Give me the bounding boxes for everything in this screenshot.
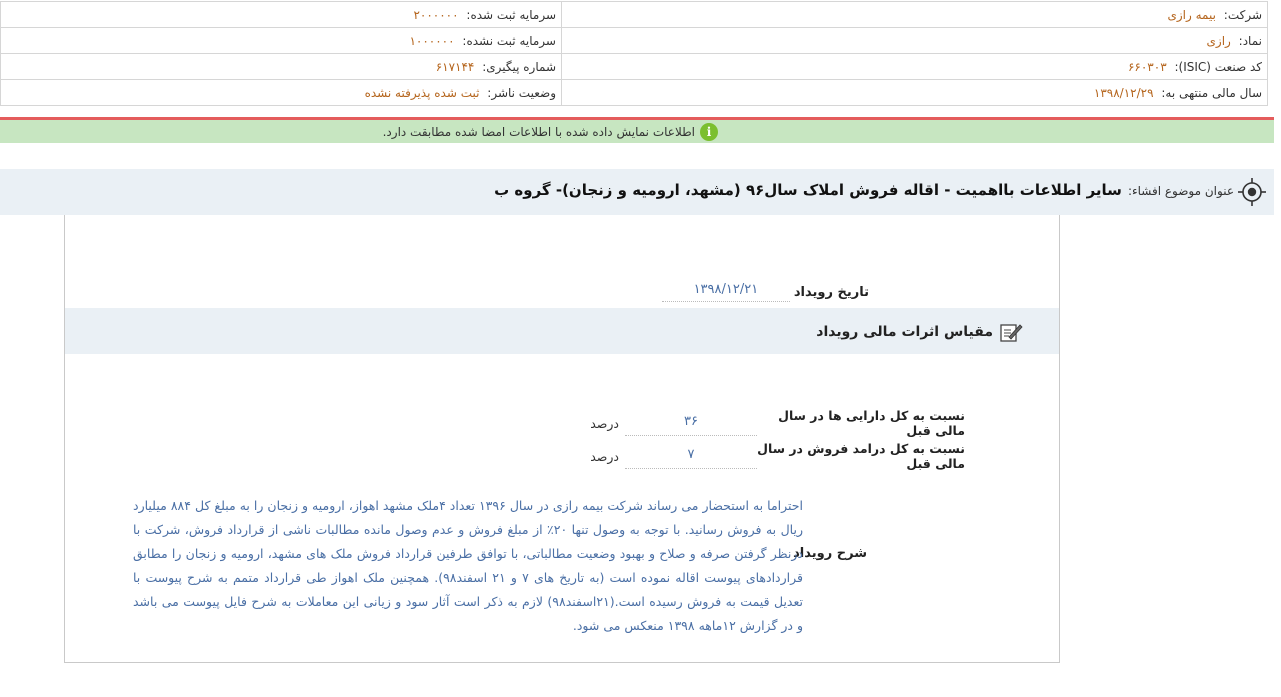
symbol-value: رازی — [1206, 33, 1231, 48]
notice-content: i اطلاعات نمایش داده شده با اطلاعات امضا… — [383, 123, 718, 141]
ratio-revenue-value: ۷ — [625, 443, 757, 469]
info-icon: i — [700, 123, 718, 141]
publisher-status-label: وضعیت ناشر: — [487, 85, 556, 100]
tracking-cell: شماره پیگیری: ۶۱۷۱۴۴ — [0, 53, 562, 80]
tracking-label: شماره پیگیری: — [482, 59, 556, 74]
ratio-row-assets: نسبت به کل دارایی ها در سال مالی قبل ۳۶ … — [590, 408, 965, 438]
reg-capital-label: سرمایه ثبت شده: — [466, 7, 556, 22]
symbol-cell: نماد: رازی — [561, 27, 1268, 54]
ratio-assets-label: نسبت به کل دارایی ها در سال مالی قبل — [778, 408, 965, 438]
event-panel: تاریخ رویداد ۱۳۹۸/۱۲/۲۱ مقیاس اثرات مالی… — [64, 215, 1060, 663]
ratio-assets-value: ۳۶ — [625, 410, 757, 436]
fiscal-year-cell: سال مالی منتهی به: ۱۳۹۸/۱۲/۲۹ — [561, 79, 1268, 106]
publisher-status-cell: وضعیت ناشر: ثبت شده پذیرفته نشده — [0, 79, 562, 106]
event-description-text: احتراما به استحضار می رساند شرکت بیمه را… — [133, 498, 804, 633]
company-label: شرکت: — [1223, 7, 1262, 22]
ratio-assets-unit: درصد — [590, 415, 619, 431]
isic-label: کد صنعت (ISIC): — [1174, 59, 1262, 74]
fiscal-year-label: سال مالی منتهی به: — [1161, 85, 1262, 100]
publisher-status-value: ثبت شده پذیرفته نشده — [364, 85, 480, 100]
company-info-table: شرکت: بیمه رازی سرمایه ثبت شده: ۲۰۰۰۰۰۰ … — [0, 1, 1268, 106]
unreg-capital-value: ۱۰۰۰۰۰۰ — [409, 33, 455, 48]
disclosure-title-label: عنوان موضوع افشاء: — [1127, 184, 1234, 198]
target-icon — [1238, 178, 1266, 206]
info-row: کد صنعت (ISIC): ۶۶۰۳۰۳ شماره پیگیری: ۶۱۷… — [0, 53, 1268, 80]
financial-impact-header: مقیاس اثرات مالی رویداد — [65, 308, 1059, 354]
company-value: بیمه رازی — [1167, 7, 1216, 22]
tracking-value: ۶۱۷۱۴۴ — [435, 59, 475, 74]
ratio-revenue-unit: درصد — [590, 448, 619, 464]
disclosure-title: عنوان موضوع افشاء: سایر اطلاعات بااهمیت … — [494, 181, 1234, 199]
financial-impact-title-group: مقیاس اثرات مالی رویداد — [816, 321, 1023, 343]
info-row: شرکت: بیمه رازی سرمایه ثبت شده: ۲۰۰۰۰۰۰ — [0, 1, 1268, 28]
unreg-capital-label: سرمایه ثبت نشده: — [462, 33, 556, 48]
event-date-value: ۱۳۹۸/۱۲/۲۱ — [661, 282, 790, 302]
ratio-row-revenue: نسبت به کل درامد فروش در سال مالی قبل ۷ … — [590, 441, 965, 471]
symbol-label: نماد: — [1238, 33, 1262, 48]
event-date-label: تاریخ رویداد — [793, 284, 869, 300]
notice-text: اطلاعات نمایش داده شده با اطلاعات امضا ش… — [382, 125, 695, 139]
info-row: نماد: رازی سرمایه ثبت نشده: ۱۰۰۰۰۰۰ — [0, 27, 1268, 54]
unreg-capital-cell: سرمایه ثبت نشده: ۱۰۰۰۰۰۰ — [0, 27, 562, 54]
signature-notice-bar: i اطلاعات نمایش داده شده با اطلاعات امضا… — [0, 117, 1274, 143]
financial-impact-title: مقیاس اثرات مالی رویداد — [816, 324, 993, 340]
fiscal-year-value: ۱۳۹۸/۱۲/۲۹ — [1093, 85, 1154, 100]
disclosure-title-bar: عنوان موضوع افشاء: سایر اطلاعات بااهمیت … — [0, 169, 1274, 215]
isic-cell: کد صنعت (ISIC): ۶۶۰۳۰۳ — [561, 53, 1268, 80]
edit-document-icon — [1000, 324, 1023, 342]
info-row: سال مالی منتهی به: ۱۳۹۸/۱۲/۲۹ وضعیت ناشر… — [0, 79, 1268, 106]
reg-capital-value: ۲۰۰۰۰۰۰ — [413, 7, 459, 22]
disclosure-title-text: سایر اطلاعات بااهمیت - اقاله فروش املاک … — [494, 181, 1122, 199]
isic-value: ۶۶۰۳۰۳ — [1127, 59, 1167, 74]
ratio-revenue-label: نسبت به کل درامد فروش در سال مالی قبل — [757, 441, 965, 471]
event-description-label: شرح رویداد — [793, 546, 867, 561]
company-cell: شرکت: بیمه رازی — [561, 1, 1268, 28]
event-date-row: تاریخ رویداد ۱۳۹۸/۱۲/۲۱ — [661, 282, 869, 302]
reg-capital-cell: سرمایه ثبت شده: ۲۰۰۰۰۰۰ — [0, 1, 562, 28]
